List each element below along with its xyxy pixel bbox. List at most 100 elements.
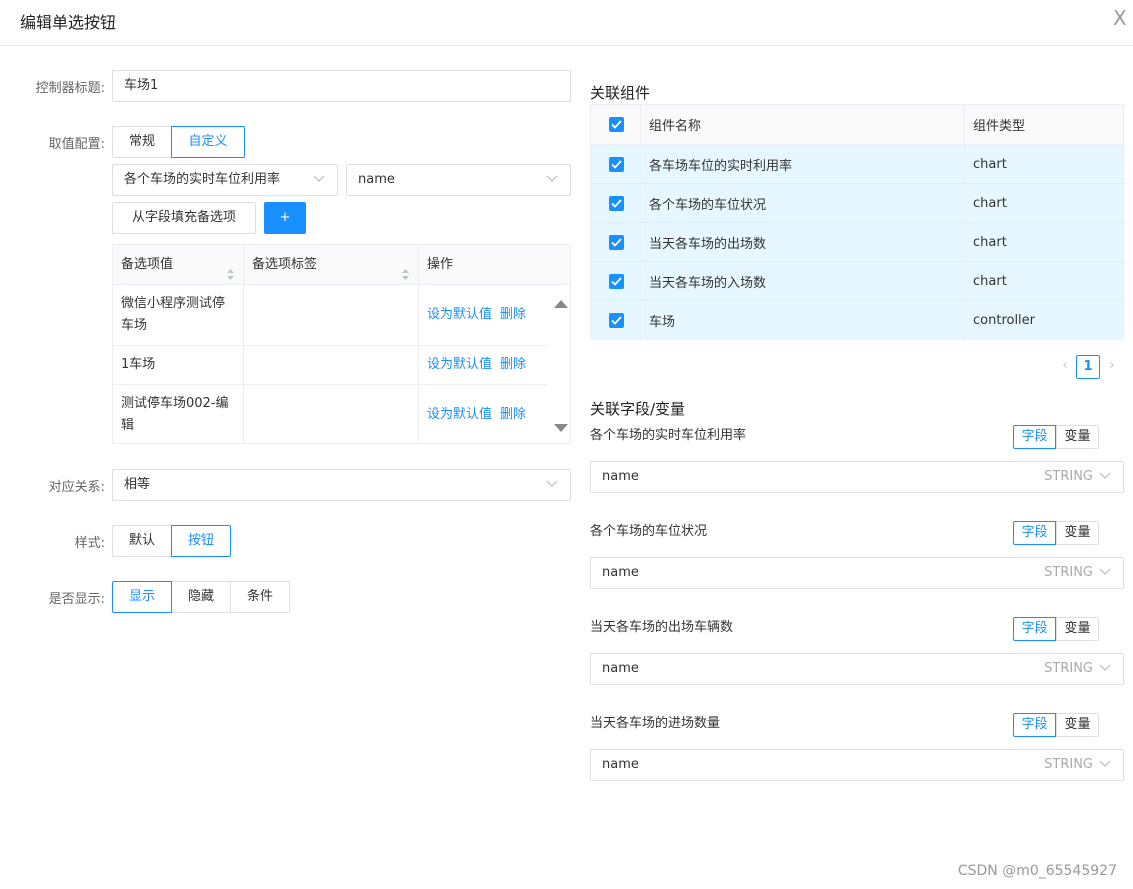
- chevron-down-icon: [1099, 462, 1113, 492]
- component-name-cell: 当天各车场的入场数: [641, 262, 965, 300]
- table-row[interactable]: 车场 controller: [591, 301, 1123, 340]
- seg-variable-button[interactable]: 变量: [1056, 521, 1099, 545]
- tab-normal[interactable]: 常规: [112, 126, 172, 158]
- field-select[interactable]: name: [346, 164, 571, 196]
- field-value: name: [602, 757, 639, 772]
- source-select-value: 各个车场的实时车位利用率: [124, 172, 281, 187]
- relation-select-value: 相等: [124, 477, 151, 492]
- chevron-down-icon: [313, 165, 327, 195]
- title-label: 控制器标题:: [35, 81, 105, 96]
- dialog-title: 编辑单选按钮: [20, 13, 117, 32]
- field-type: STRING: [1044, 757, 1093, 772]
- style-default-button[interactable]: 默认: [112, 525, 172, 557]
- header-option-label[interactable]: 备选项标签: [244, 245, 419, 285]
- component-name-cell: 各车场车位的实时利用率: [641, 145, 965, 183]
- checkbox-cell: [591, 301, 641, 340]
- source-select[interactable]: 各个车场的实时车位利用率: [112, 164, 338, 196]
- options-table-header: 备选项值 备选项标签 操作: [113, 245, 570, 285]
- field-mapping-select[interactable]: name STRING: [590, 653, 1124, 685]
- header-component-type: 组件类型: [973, 119, 1026, 134]
- components-title: 关联组件: [590, 84, 651, 102]
- display-show-button[interactable]: 显示: [112, 581, 172, 613]
- components-table-header: 组件名称 组件类型: [591, 105, 1123, 145]
- seg-variable-button[interactable]: 变量: [1056, 617, 1099, 641]
- header-actions: 操作: [427, 257, 454, 272]
- checkbox-cell: [591, 262, 641, 300]
- option-value-cell: 微信小程序测试停车场: [113, 285, 244, 345]
- scroll-down-icon[interactable]: [553, 421, 569, 432]
- field-mapping-select[interactable]: name STRING: [590, 557, 1124, 589]
- row-checkbox[interactable]: [609, 196, 624, 211]
- field-label: 当天各车场的进场数量: [590, 716, 721, 731]
- component-type-cell: chart: [973, 195, 1007, 211]
- table-row[interactable]: 当天各车场的出场数 chart: [591, 223, 1123, 262]
- field-mapping-select[interactable]: name STRING: [590, 461, 1124, 493]
- scroll-up-icon[interactable]: [553, 297, 569, 308]
- display-hide-button[interactable]: 隐藏: [171, 581, 231, 613]
- style-button-button[interactable]: 按钮: [171, 525, 231, 557]
- relation-select[interactable]: 相等: [112, 469, 571, 501]
- chevron-down-icon: [546, 470, 560, 500]
- seg-field-button[interactable]: 字段: [1013, 521, 1056, 545]
- delete-link[interactable]: 删除: [500, 304, 526, 326]
- chevron-down-icon: [1099, 750, 1113, 780]
- seg-variable-button[interactable]: 变量: [1056, 425, 1099, 449]
- table-row[interactable]: 各车场车位的实时利用率 chart: [591, 145, 1123, 184]
- options-table: 备选项值 备选项标签 操作 微信小程序测试停车场 设为默认值 删除 1车场 设为…: [112, 244, 571, 444]
- display-label: 是否显示:: [48, 592, 105, 607]
- set-default-link[interactable]: 设为默认值: [427, 404, 492, 426]
- checkbox-cell: [591, 145, 641, 183]
- chevron-down-icon: [1099, 558, 1113, 588]
- checkbox-cell: [591, 184, 641, 222]
- fill-from-field-button[interactable]: 从字段填充备选项: [112, 202, 256, 234]
- field-value: name: [602, 469, 639, 484]
- next-page-icon[interactable]: ›: [1101, 355, 1123, 377]
- row-checkbox[interactable]: [609, 274, 624, 289]
- component-name-cell: 当天各车场的出场数: [641, 223, 965, 261]
- prev-page-icon[interactable]: ‹: [1054, 355, 1076, 377]
- component-type-cell: controller: [973, 313, 1036, 328]
- seg-field-button[interactable]: 字段: [1013, 713, 1056, 737]
- display-condition-button[interactable]: 条件: [230, 581, 290, 613]
- set-default-link[interactable]: 设为默认值: [427, 354, 492, 376]
- row-checkbox[interactable]: [609, 313, 624, 328]
- delete-link[interactable]: 删除: [500, 404, 526, 426]
- table-row[interactable]: 各个车场的车位状况 chart: [591, 184, 1123, 223]
- component-name-cell: 各个车场的车位状况: [641, 184, 965, 222]
- checkbox-cell: [591, 223, 641, 261]
- field-select-value: name: [358, 172, 395, 187]
- add-option-button[interactable]: +: [264, 202, 306, 234]
- row-checkbox[interactable]: [609, 235, 624, 250]
- option-actions-cell: 设为默认值 删除: [419, 385, 547, 443]
- table-row[interactable]: 当天各车场的入场数 chart: [591, 262, 1123, 301]
- set-default-link[interactable]: 设为默认值: [427, 304, 492, 326]
- component-type-cell: chart: [973, 234, 1007, 250]
- chevron-down-icon: [1099, 654, 1113, 684]
- option-value-cell: 测试停车场002-编辑: [113, 385, 244, 443]
- seg-field-button[interactable]: 字段: [1013, 617, 1056, 641]
- field-value: name: [602, 661, 639, 676]
- option-actions-cell: 设为默认值 删除: [419, 346, 547, 384]
- seg-field-button[interactable]: 字段: [1013, 425, 1056, 449]
- option-label-cell: [244, 285, 419, 345]
- header-label: 备选项值: [121, 257, 174, 272]
- field-mapping-select[interactable]: name STRING: [590, 749, 1124, 781]
- field-type: STRING: [1044, 565, 1093, 580]
- seg-variable-button[interactable]: 变量: [1056, 713, 1099, 737]
- chevron-down-icon: [546, 165, 560, 195]
- dialog-header: 编辑单选按钮 X: [0, 0, 1133, 46]
- select-all-checkbox[interactable]: [609, 117, 624, 132]
- table-row: 测试停车场002-编辑 设为默认值 删除: [113, 385, 547, 443]
- component-name-cell: 车场: [641, 301, 965, 340]
- table-row: 1车场 设为默认值 删除: [113, 346, 547, 385]
- delete-link[interactable]: 删除: [500, 354, 526, 376]
- header-option-value[interactable]: 备选项值: [113, 245, 244, 285]
- option-actions-cell: 设为默认值 删除: [419, 285, 547, 345]
- title-input[interactable]: 车场1: [112, 70, 571, 102]
- current-page[interactable]: 1: [1076, 355, 1100, 379]
- row-checkbox[interactable]: [609, 157, 624, 172]
- tab-custom[interactable]: 自定义: [171, 126, 245, 158]
- value-config-label: 取值配置:: [48, 137, 105, 152]
- close-icon[interactable]: X: [1113, 6, 1133, 30]
- header-label: 备选项标签: [252, 257, 318, 272]
